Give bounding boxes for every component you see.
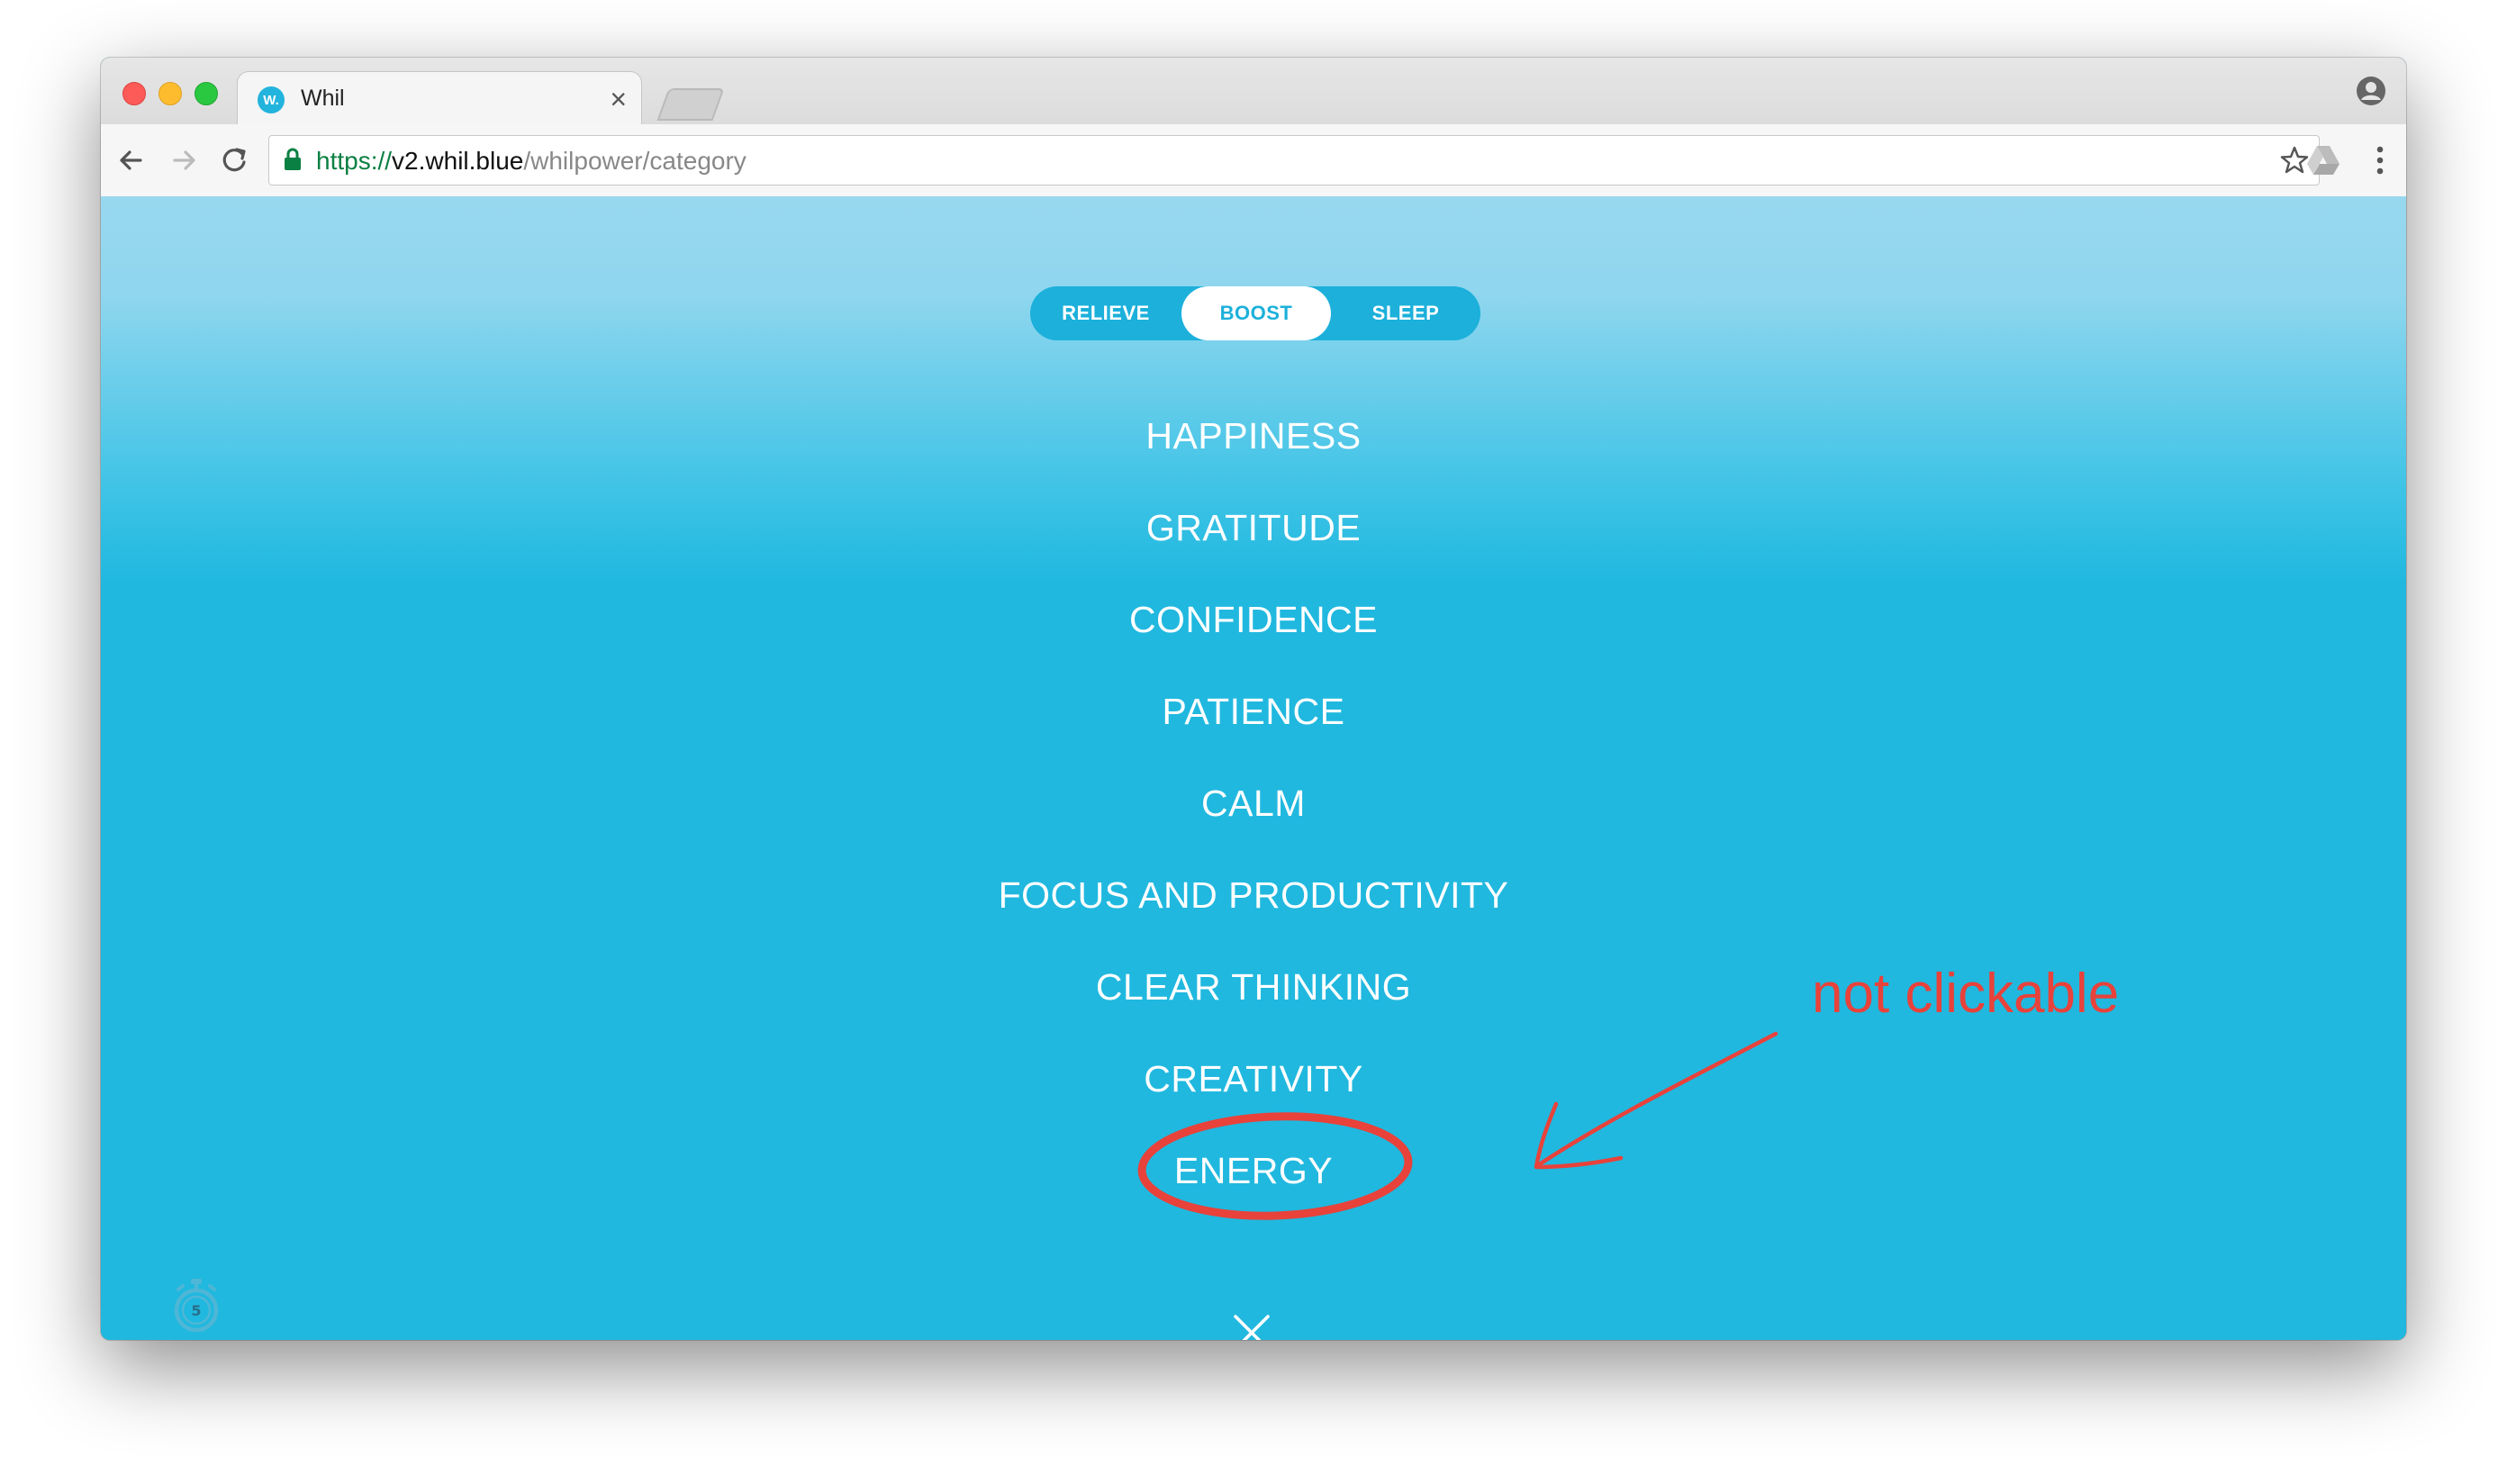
- profile-icon[interactable]: [2356, 76, 2386, 106]
- url-text[interactable]: https://v2.whil.blue/whilpower/category: [316, 147, 747, 176]
- tab-title: Whil: [301, 86, 345, 111]
- category-confidence[interactable]: CONFIDENCE: [101, 593, 2406, 647]
- forward-arrow-icon[interactable]: [164, 140, 204, 180]
- browser-window: W. Whil × https://v2.whil.blue/whilpower…: [101, 58, 2406, 1340]
- stopwatch-timer-icon[interactable]: 5: [171, 1277, 222, 1335]
- category-gratitude[interactable]: GRATITUDE: [101, 501, 2406, 555]
- mode-segmented-control: RELIEVE BOOST SLEEP: [1030, 286, 1480, 340]
- category-energy: ENERGY: [1173, 1150, 1334, 1191]
- close-window-button[interactable]: [122, 82, 146, 105]
- tab-close-icon[interactable]: ×: [610, 81, 627, 117]
- category-focus-and-productivity[interactable]: FOCUS AND PRODUCTIVITY: [101, 868, 2406, 922]
- segment-sleep[interactable]: SLEEP: [1331, 286, 1480, 340]
- new-tab-button[interactable]: [656, 88, 725, 121]
- browser-tab[interactable]: W. Whil ×: [238, 72, 641, 124]
- lock-icon: [285, 148, 301, 170]
- minimize-window-button[interactable]: [158, 82, 182, 105]
- annotation-label: not clickable: [1812, 963, 2120, 1025]
- url-host: v2.whil.blue: [392, 147, 524, 175]
- whil-favicon-icon: W.: [258, 86, 285, 113]
- url-scheme: https://: [316, 147, 393, 175]
- browser-menu-icon[interactable]: [2367, 140, 2394, 180]
- reload-icon[interactable]: [214, 140, 254, 180]
- category-happiness[interactable]: HAPPINESS: [101, 409, 2406, 463]
- tab-strip: W. Whil ×: [101, 58, 2406, 124]
- back-arrow-icon[interactable]: [112, 140, 151, 180]
- url-path: /whilpower/category: [523, 147, 747, 175]
- category-patience[interactable]: PATIENCE: [101, 684, 2406, 738]
- drive-extension-icon[interactable]: [2303, 140, 2343, 180]
- segment-boost[interactable]: BOOST: [1181, 286, 1331, 340]
- close-icon[interactable]: [1232, 1313, 1272, 1340]
- segment-relieve[interactable]: RELIEVE: [1030, 286, 1181, 340]
- browser-toolbar: https://v2.whil.blue/whilpower/category: [101, 124, 2406, 197]
- zoom-window-button[interactable]: [195, 82, 218, 105]
- category-calm[interactable]: CALM: [101, 776, 2406, 830]
- address-bar[interactable]: https://v2.whil.blue/whilpower/category: [268, 135, 2320, 186]
- category-creativity[interactable]: CREATIVITY: [101, 1052, 2406, 1106]
- timer-value: 5: [191, 1302, 201, 1319]
- page-content: RELIEVE BOOST SLEEP HAPPINESS GRATITUDE …: [101, 196, 2406, 1340]
